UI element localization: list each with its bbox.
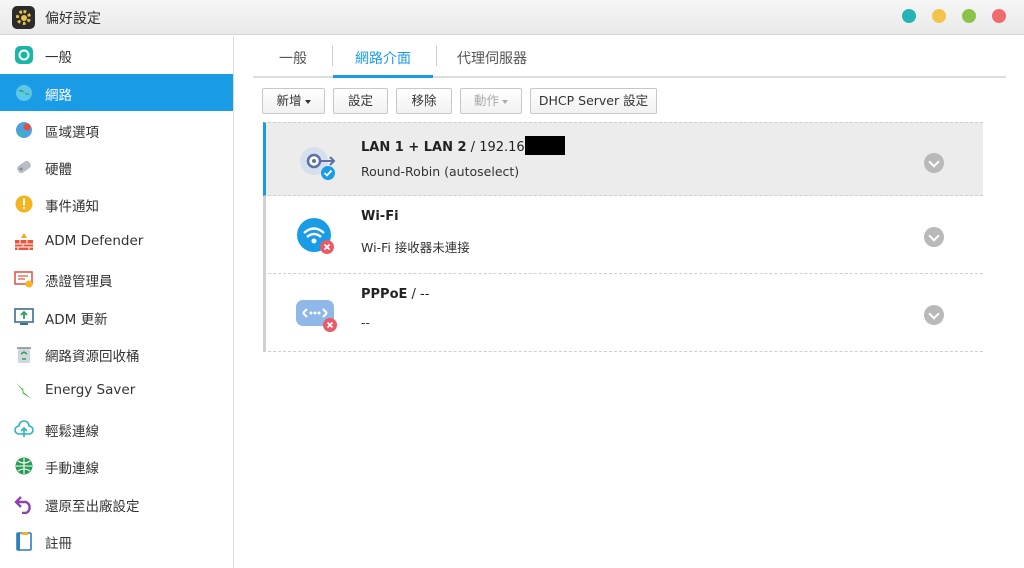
interface-name: PPPoE / --: [361, 287, 430, 302]
sidebar-item-manual-connect[interactable]: 手動連線: [0, 447, 233, 484]
manual-connect-icon: [15, 457, 33, 475]
sidebar-item-label: ADM Defender: [45, 233, 144, 249]
pppoe-icon: [296, 300, 337, 332]
preferences-app-icon: [12, 6, 35, 29]
interface-name: Wi-Fi: [361, 209, 399, 224]
dhcp-server-settings-button[interactable]: DHCP Server 設定: [530, 88, 657, 114]
sidebar-item-notification[interactable]: 事件通知: [0, 185, 233, 222]
window-title: 偏好設定: [45, 11, 101, 27]
chevron-down-icon: [304, 99, 311, 104]
settings-button[interactable]: 設定: [333, 88, 388, 114]
sidebar-item-recycle-bin[interactable]: 網路資源回收桶: [0, 335, 233, 372]
main-panel: 一般 網路介面 代理伺服器 新增 設定 移除 動作 DHCP Server 設定…: [235, 36, 1024, 568]
sidebar-item-certificate[interactable]: 憑證管理員: [0, 260, 233, 297]
hardware-icon: [17, 160, 31, 174]
tab-separator: [436, 46, 437, 66]
certificate-icon: [14, 271, 33, 288]
interface-detail: Wi-Fi 接收器未連接: [361, 240, 470, 255]
sidebar-item-label: 還原至出廠設定: [45, 499, 140, 515]
interface-wifi[interactable]: Wi-Fi Wi-Fi 接收器未連接: [263, 196, 983, 274]
sidebar-item-label: 註冊: [45, 536, 72, 552]
link-aggregation-icon: [300, 147, 336, 180]
interface-pppoe[interactable]: PPPoE / -- --: [263, 274, 983, 352]
remove-button[interactable]: 移除: [396, 88, 452, 114]
sidebar-item-cloud-connect[interactable]: 輕鬆連線: [0, 410, 233, 447]
energy-icon: [16, 383, 32, 399]
wifi-icon: [297, 218, 334, 254]
sidebar-item-register[interactable]: 註冊: [0, 522, 233, 559]
sidebar-item-adm-defender[interactable]: ADM Defender: [0, 223, 233, 260]
add-button[interactable]: 新增: [262, 88, 325, 114]
expand-chevron-icon[interactable]: [924, 305, 944, 325]
general-icon: [15, 46, 33, 64]
redaction-block: [524, 136, 565, 155]
expand-chevron-icon[interactable]: [924, 227, 944, 247]
expand-chevron-icon[interactable]: [924, 153, 944, 173]
interface-detail: Round-Robin (autoselect): [361, 164, 520, 179]
restore-icon: [14, 496, 31, 514]
sidebar-item-label: 網路資源回收桶: [45, 349, 140, 365]
window-dot-red[interactable]: [992, 9, 1006, 23]
interface-lan[interactable]: LAN 1 + LAN 2 / 192.16 Round-Robin (auto…: [263, 122, 983, 196]
sidebar-item-adm-update[interactable]: ADM 更新: [0, 298, 233, 335]
firewall-icon: [15, 233, 33, 250]
sidebar-item-label: 一般: [45, 50, 72, 66]
region-icon: [16, 122, 32, 138]
sidebar-item-label: 憑證管理員: [45, 274, 113, 290]
window-dot-green[interactable]: [962, 9, 976, 23]
interface-detail: --: [361, 315, 371, 330]
sidebar-item-region[interactable]: 區域選項: [0, 111, 233, 148]
title-bar: 偏好設定: [0, 0, 1024, 35]
network-globe-icon: [16, 85, 32, 101]
sidebar-item-general[interactable]: 一般: [0, 36, 233, 73]
action-button[interactable]: 動作: [460, 88, 522, 114]
sidebar-item-network[interactable]: 網路: [0, 74, 233, 111]
update-icon: [14, 308, 34, 325]
chevron-down-icon: [502, 99, 508, 104]
notification-icon: [15, 195, 33, 213]
sidebar-item-label: 硬體: [45, 162, 72, 178]
tab-general[interactable]: 一般: [275, 48, 311, 78]
sidebar-item-hardware[interactable]: 硬體: [0, 148, 233, 185]
sidebar-item-label: Energy Saver: [45, 382, 136, 398]
window-dot-teal[interactable]: [902, 9, 916, 23]
sidebar: 一般 網路 區域選項 硬體 事件通知 ADM Defender 憑證管理員 AD…: [0, 36, 234, 568]
sidebar-item-label: ADM 更新: [45, 312, 108, 328]
tab-proxy[interactable]: 代理伺服器: [453, 48, 531, 78]
cloud-connect-icon: [14, 420, 34, 437]
sidebar-item-label: 網路: [45, 88, 72, 104]
tab-network-interface[interactable]: 網路介面: [333, 48, 433, 78]
sidebar-item-label: 手動連線: [45, 461, 99, 477]
interface-name: LAN 1 + LAN 2 / 192.16: [361, 136, 565, 155]
register-icon: [16, 532, 32, 551]
sidebar-item-label: 輕鬆連線: [45, 424, 99, 440]
tab-bar: 一般 網路介面 代理伺服器: [253, 36, 1006, 78]
sidebar-item-energy-saver[interactable]: Energy Saver: [0, 372, 233, 409]
window-dot-yellow[interactable]: [932, 9, 946, 23]
sidebar-item-label: 區域選項: [45, 125, 99, 141]
sidebar-item-label: 事件通知: [45, 199, 99, 215]
sidebar-item-factory-restore[interactable]: 還原至出廠設定: [0, 485, 233, 522]
recycle-bin-icon: [17, 347, 31, 363]
